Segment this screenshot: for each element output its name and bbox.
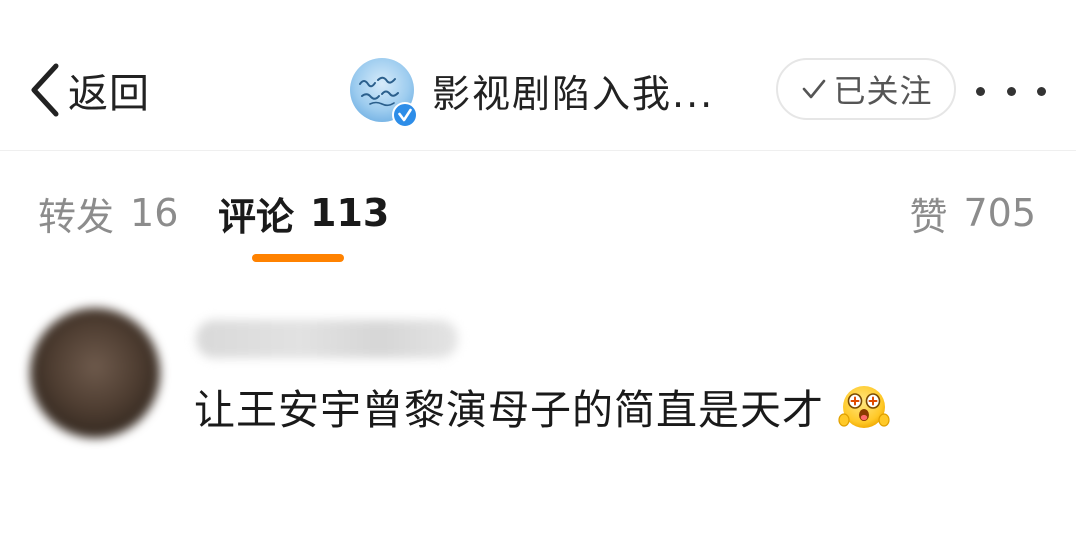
account-avatar[interactable]	[350, 58, 418, 128]
tab-like-count: 705	[963, 191, 1036, 235]
tab-repost-count: 16	[130, 191, 179, 235]
dot	[1037, 86, 1046, 96]
comment-text: 让王安宇曾黎演母子的简直是天才	[194, 378, 890, 434]
check-icon	[803, 79, 826, 99]
comment-body: 让王安宇曾黎演母子的简直是天才	[194, 386, 824, 434]
excited-face-emoji	[838, 380, 890, 432]
verified-badge-icon	[392, 102, 418, 128]
tab-repost-label: 转发	[38, 194, 115, 239]
tab-repost[interactable]: 转发 16	[38, 188, 179, 239]
comment-item: 让王安宇曾黎演母子的简直是天才	[0, 280, 1076, 548]
tab-bar: 转发 16 评论 113 赞 705	[0, 150, 1076, 280]
dot	[976, 86, 985, 96]
back-button[interactable]: 返回	[28, 58, 150, 122]
top-nav-bar: 返回 影视剧陷入我... 已关注	[0, 0, 1076, 151]
more-dots-icon[interactable]	[976, 80, 1046, 102]
tab-comment-count: 113	[310, 191, 390, 235]
back-label: 返回	[68, 71, 150, 117]
tab-comment-label: 评论	[218, 194, 295, 239]
account-name: 影视剧陷入我...	[432, 71, 715, 116]
commenter-username-blurred[interactable]	[196, 320, 458, 358]
dot	[1006, 86, 1016, 96]
chevron-left-icon	[31, 63, 59, 117]
active-tab-indicator	[252, 254, 344, 262]
tab-like[interactable]: 赞 705	[909, 188, 1036, 239]
tab-like-label: 赞	[909, 194, 948, 239]
account-header[interactable]: 影视剧陷入我...	[350, 58, 715, 128]
commenter-avatar[interactable]	[30, 308, 160, 438]
tab-comment[interactable]: 评论 113	[218, 188, 390, 239]
follow-label: 已关注	[833, 72, 933, 110]
follow-button[interactable]: 已关注	[776, 58, 956, 120]
